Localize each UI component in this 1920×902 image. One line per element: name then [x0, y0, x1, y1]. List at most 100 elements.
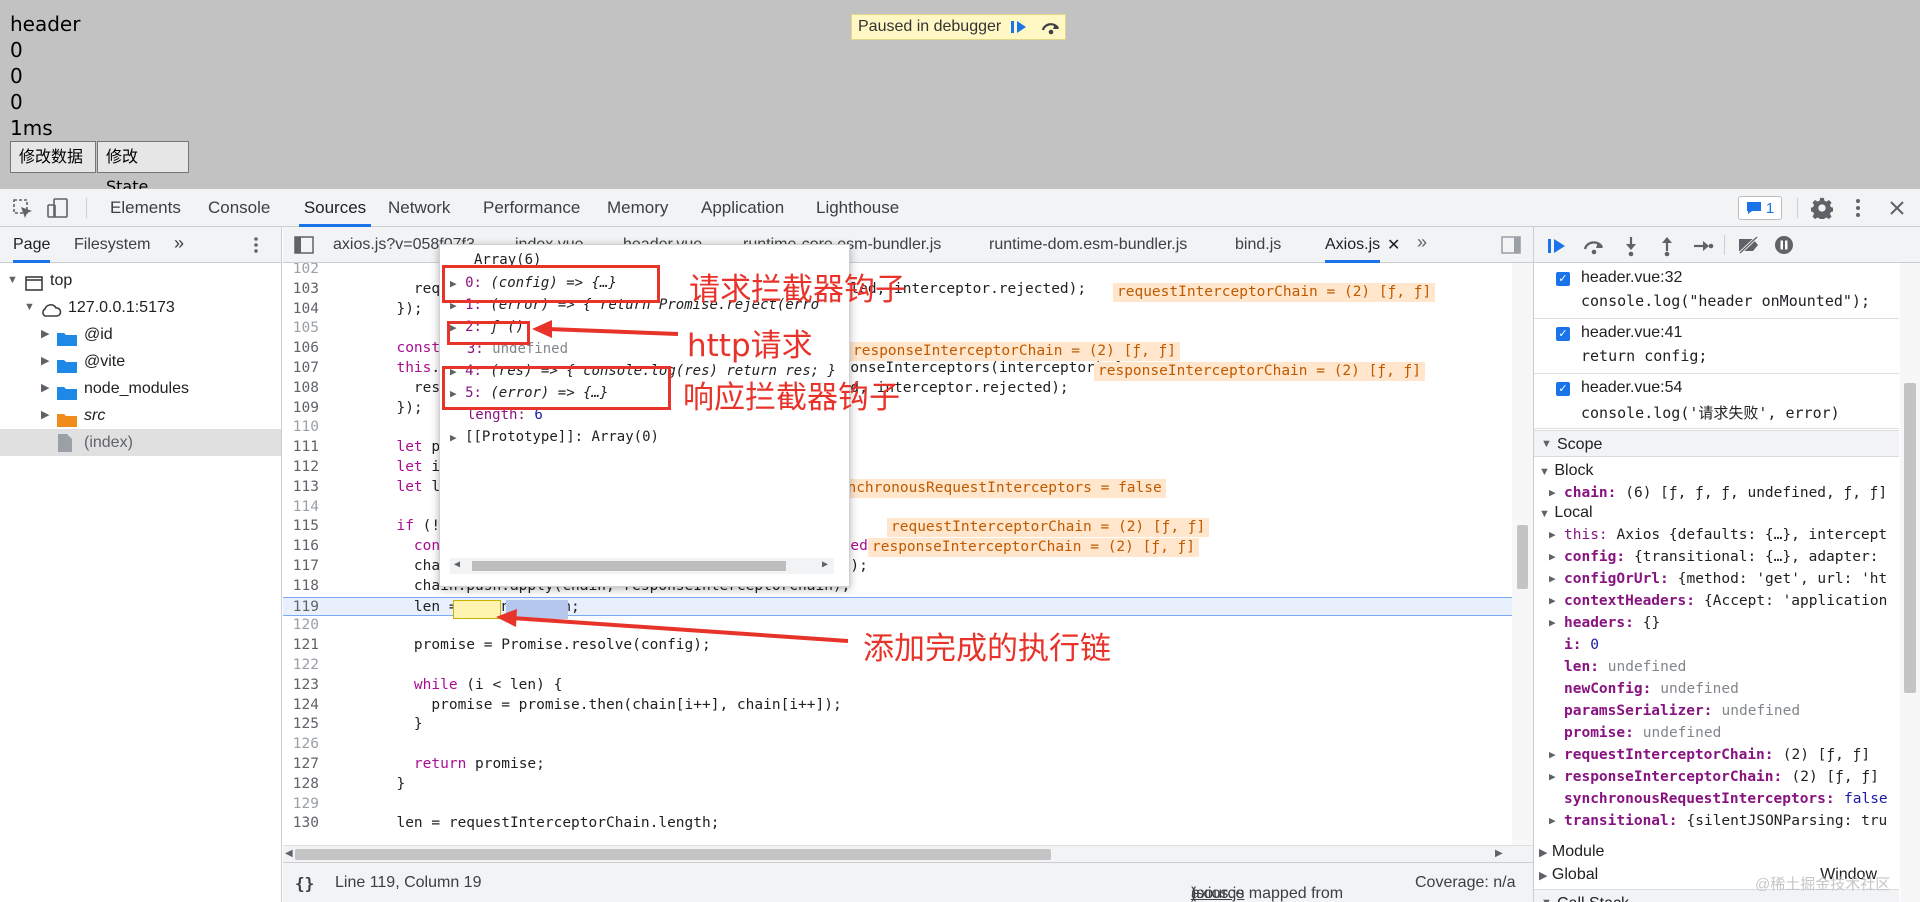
tree-item-origin[interactable]: ▼ 127.0.0.1:5173 — [0, 294, 281, 321]
line-number[interactable]: 103 — [283, 280, 333, 300]
tab-performance[interactable]: Performance — [483, 189, 580, 227]
issues-badge[interactable]: 1 — [1738, 196, 1782, 220]
scope-var-promise[interactable]: promise: undefined — [1534, 722, 1920, 744]
line-number[interactable]: 109 — [283, 399, 333, 419]
breakpoint-item[interactable]: ✓ header.vue:41 return config; — [1534, 319, 1899, 374]
line-number[interactable]: 121 — [283, 636, 333, 656]
tree-item-src[interactable]: ▶ src — [0, 402, 281, 429]
scope-var-paramsserializer[interactable]: paramsSerializer: undefined — [1534, 700, 1920, 722]
modify-state-button[interactable]: 修改State — [97, 141, 189, 196]
debugger-scrollbar[interactable] — [1900, 263, 1920, 902]
tab-elements[interactable]: Elements — [110, 189, 181, 227]
step-icon[interactable] — [1692, 237, 1714, 258]
line-number[interactable]: 122 — [283, 656, 333, 676]
pause-on-exceptions-icon[interactable] — [1774, 235, 1794, 258]
code-line[interactable]: 124 promise = promise.then(chain[i++], c… — [283, 696, 1513, 716]
code-line[interactable]: 129 — [283, 795, 1513, 815]
tab-network[interactable]: Network — [388, 189, 450, 227]
line-number[interactable]: 112 — [283, 458, 333, 478]
line-number[interactable]: 119 — [283, 598, 333, 618]
scope-var-responseinterceptorchain[interactable]: ▶ responseInterceptorChain: (2) [ƒ, ƒ] — [1534, 766, 1920, 788]
inspect-element-icon[interactable] — [12, 198, 34, 223]
close-tab-icon[interactable]: ✕ — [1387, 235, 1400, 255]
line-number[interactable]: 110 — [283, 418, 333, 438]
line-number[interactable]: 108 — [283, 379, 333, 399]
line-number[interactable]: 116 — [283, 537, 333, 557]
line-number[interactable]: 127 — [283, 755, 333, 775]
file-tab-runtime-dom[interactable]: runtime-dom.esm-bundler.js — [989, 236, 1187, 254]
line-number[interactable]: 126 — [283, 735, 333, 755]
code-line[interactable]: 128 } — [283, 775, 1513, 795]
resume-icon[interactable] — [1546, 237, 1568, 258]
scope-var-config[interactable]: ▶ config: {transitional: {…}, adapter: — [1534, 546, 1920, 568]
code-line[interactable]: 125 } — [283, 715, 1513, 735]
breakpoint-checkbox[interactable]: ✓ — [1556, 327, 1570, 341]
line-number[interactable]: 105 — [283, 319, 333, 339]
tree-item-vite[interactable]: ▶ @vite — [0, 348, 281, 375]
scope-var-requestinterceptorchain[interactable]: ▶ requestInterceptorChain: (2) [ƒ, ƒ] — [1534, 744, 1920, 766]
scope-var-len[interactable]: len: undefined — [1534, 656, 1920, 678]
scope-module[interactable]: ▶ Module — [1539, 841, 1604, 863]
tab-application[interactable]: Application — [701, 189, 784, 227]
breakpoint-item[interactable]: ✓ header.vue:32 console.log("header onMo… — [1534, 264, 1899, 319]
toggle-navigator-icon[interactable] — [294, 236, 314, 257]
scope-var-this[interactable]: ▶ this: Axios {defaults: {…}, intercept — [1534, 524, 1920, 546]
code-line[interactable]: 130 len = requestInterceptorChain.length… — [283, 814, 1513, 834]
modify-data-button[interactable]: 修改数据 — [10, 141, 96, 173]
step-over-icon[interactable] — [1037, 15, 1065, 39]
line-number[interactable]: 113 — [283, 478, 333, 498]
tab-lighthouse[interactable]: Lighthouse — [816, 189, 899, 227]
scope-var-newconfig[interactable]: newConfig: undefined — [1534, 678, 1920, 700]
breakpoint-item[interactable]: ✓ header.vue:54 console.log('请求失败', erro… — [1534, 374, 1899, 429]
scope-var-configorurl[interactable]: ▶ configOrUrl: {method: 'get', url: 'ht — [1534, 568, 1920, 590]
line-number[interactable]: 130 — [283, 814, 333, 834]
line-number[interactable]: 118 — [283, 577, 333, 597]
step-into-icon[interactable] — [1622, 235, 1640, 260]
scope-var-headers[interactable]: ▶ headers: {} — [1534, 612, 1920, 634]
line-number[interactable]: 120 — [283, 616, 333, 636]
code-line[interactable]: 127 return promise; — [283, 755, 1513, 775]
close-devtools-icon[interactable] — [1888, 199, 1906, 220]
file-tab-axios-js[interactable]: Axios.js — [1325, 236, 1381, 263]
more-file-tabs-icon[interactable]: » — [1417, 232, 1427, 253]
device-toolbar-icon[interactable] — [46, 197, 70, 222]
line-number[interactable]: 102 — [283, 263, 333, 280]
tab-sources[interactable]: Sources — [299, 189, 371, 227]
gear-icon[interactable] — [1810, 197, 1834, 222]
line-number[interactable]: 104 — [283, 300, 333, 320]
breakpoint-checkbox[interactable]: ✓ — [1556, 272, 1570, 286]
scope-local[interactable]: ▼ Local — [1539, 502, 1593, 524]
line-number[interactable]: 129 — [283, 795, 333, 815]
code-line[interactable]: 123 while (i < len) { — [283, 676, 1513, 696]
navigator-menu-icon[interactable] — [253, 236, 259, 259]
scope-section-header[interactable]: ▼ Scope — [1534, 430, 1899, 457]
scope-var-synchronousrequestinterceptors[interactable]: synchronousRequestInterceptors: false — [1534, 788, 1920, 810]
resume-icon[interactable] — [1005, 15, 1033, 39]
tree-item-id[interactable]: ▶ @id — [0, 321, 281, 348]
popover-scrollbar[interactable]: ◀ ▶ — [450, 558, 834, 574]
scope-var-chain[interactable]: ▶ chain: (6) [ƒ, ƒ, ƒ, undefined, ƒ, ƒ] — [1534, 482, 1920, 504]
pretty-print-icon[interactable]: {} — [295, 874, 314, 893]
step-over-icon[interactable] — [1582, 237, 1606, 258]
tree-item-top[interactable]: ▼ top — [0, 267, 281, 294]
scope-var-i[interactable]: i: 0 — [1534, 634, 1920, 656]
line-number[interactable]: 111 — [283, 438, 333, 458]
editor-vertical-scrollbar[interactable] — [1512, 263, 1533, 845]
line-number[interactable]: 125 — [283, 715, 333, 735]
scope-block[interactable]: ▼ Block — [1539, 460, 1593, 482]
line-number[interactable]: 106 — [283, 339, 333, 359]
line-number[interactable]: 115 — [283, 517, 333, 537]
more-options-icon[interactable] — [1853, 197, 1863, 222]
toggle-debugger-icon[interactable] — [1501, 236, 1521, 257]
tab-memory[interactable]: Memory — [607, 189, 668, 227]
scope-var-contextheaders[interactable]: ▶ contextHeaders: {Accept: 'application — [1534, 590, 1920, 612]
popover-prototype[interactable]: ▶ [[Prototype]]: Array(0) — [450, 426, 659, 448]
code-line[interactable]: 126 — [283, 735, 1513, 755]
line-number[interactable]: 124 — [283, 696, 333, 716]
line-number[interactable]: 123 — [283, 676, 333, 696]
step-out-icon[interactable] — [1658, 235, 1676, 260]
source-map-link[interactable]: axios.js — [1191, 885, 1244, 902]
line-number[interactable]: 128 — [283, 775, 333, 795]
tab-console[interactable]: Console — [208, 189, 270, 227]
line-number[interactable]: 107 — [283, 359, 333, 379]
